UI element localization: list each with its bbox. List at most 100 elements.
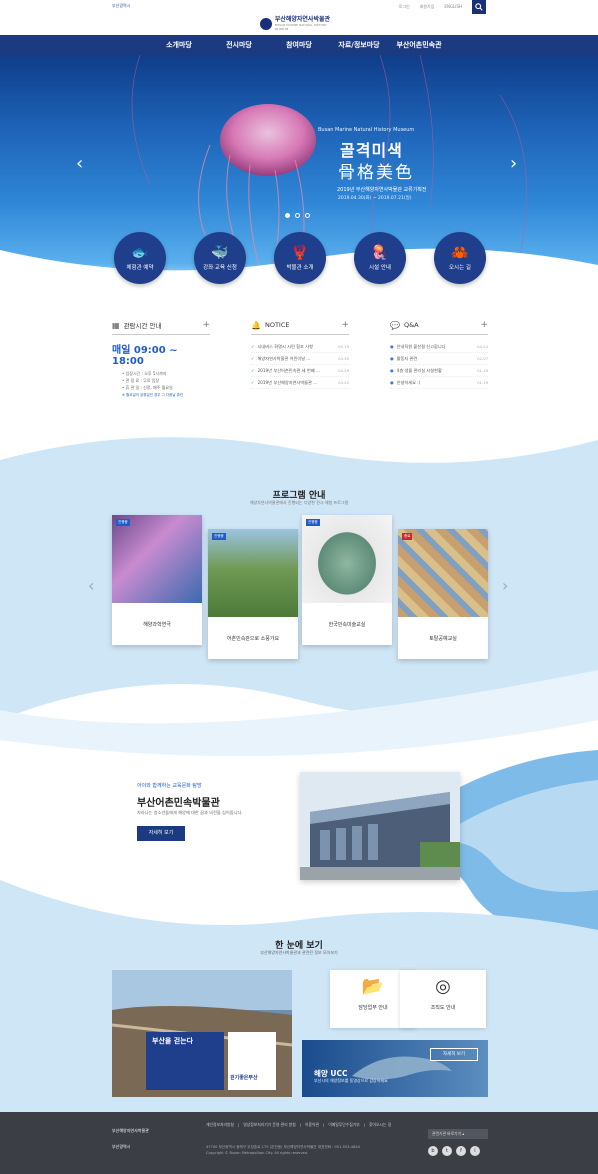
next-arrow-icon[interactable]: › [510, 155, 517, 173]
more-plus-icon[interactable]: + [202, 320, 210, 330]
quick-item-directions[interactable]: 🦀 오시는 길 [432, 232, 488, 292]
site-logo[interactable]: 부산해양자연사박물관 BUSAN MARINE NATURAL HISTORY … [260, 16, 340, 32]
museum-description: 자라나는 청소년들에게 해양에 대한 꿈과 비전을 심어줍니다. [137, 810, 243, 815]
list-item[interactable]: ✓ 시내버스 화명시 시민 협조 사항 05.15 [251, 341, 349, 353]
bell-icon: 🔔 [251, 320, 261, 330]
hero-description: 2019년 부산해양자연사박물관 교류기획전 [337, 187, 427, 193]
notice-box: 🔔 NOTICE + ✓ 시내버스 화명시 시민 협조 사항 05.15 ✓ 해양자연사박… [251, 320, 349, 400]
list-item[interactable]: ● 안녕하세요 :) 01.19 [390, 377, 488, 389]
footer-link[interactable]: 이용약관 [305, 1122, 319, 1128]
footer-city-logo[interactable]: 부산광역시 [112, 1144, 130, 1150]
program-label: 한국민속미술교실 [328, 622, 366, 628]
hours-line: • 휴 관 일 : 신정, 매주 월요일 [122, 385, 173, 390]
program-card[interactable]: 종료 토탈공예교실 [398, 529, 488, 659]
check-icon: ✓ [251, 368, 255, 373]
museum-detail-button[interactable]: 자세히 보기 [137, 826, 185, 841]
museum-title: 부산어촌민속박물관 [137, 798, 220, 809]
city-logo[interactable]: 부산광역시 [112, 3, 130, 9]
lobster-icon: 🦞 [291, 244, 309, 261]
museum-photo [300, 772, 460, 880]
search-icon [475, 3, 483, 11]
banner-badge: 걷기좋은부산 [230, 1075, 258, 1081]
program-carousel: 진행중 해양과학연극 진행중 어촌민속관으로 소풍가요 진행중 한국민속미술교실… [112, 515, 488, 665]
hero-title-hanja: 骨格美色 [338, 163, 414, 183]
museum-tagline: 아이와 함께하는 교육문화 탐방 [137, 783, 202, 789]
hours-box: ▦ 관람시간 안내 + 매일 09:00 ~ 18:00 • 입장시간 : 오후 5… [112, 320, 210, 400]
hours-title: 관람시간 안내 [123, 322, 162, 330]
slide-dot[interactable] [295, 213, 300, 218]
program-image: 진행중 [112, 515, 202, 603]
util-links: 로그인 회원가입 ENGLISH [399, 4, 462, 10]
program-label: 해양과학연극 [143, 622, 171, 628]
utility-bar: 부산광역시 로그인 회원가입 ENGLISH [0, 0, 598, 14]
nav-item-intro[interactable]: 소개마당 [149, 35, 209, 55]
footer-link[interactable]: 개인정보처리방침 [206, 1122, 234, 1128]
program-card[interactable]: 진행중 한국민속미술교실 [302, 515, 392, 645]
footer-link[interactable]: 이메일무단수집거부 [328, 1122, 359, 1128]
quick-item-facility[interactable]: 🪼 시설 안내 [352, 232, 408, 292]
footer-link[interactable]: 영상정보처리기기 운영·관리 방침 [243, 1122, 296, 1128]
language-link[interactable]: ENGLISH [444, 4, 462, 10]
quick-item-reservation[interactable]: 🐟 체험관 예약 [112, 232, 168, 292]
chat-icon: 💬 [390, 320, 400, 330]
opening-time: 매일 09:00 ~ 18:00 [112, 345, 178, 367]
org-chart-card[interactable]: ◎ 조직도 안내 [400, 970, 486, 1028]
footer-link[interactable]: 찾아오시는 길 [369, 1122, 391, 1128]
quick-item-about[interactable]: 🦞 박물관 소개 [272, 232, 328, 292]
walking-busan-banner[interactable]: 부산을 걷는다 걷기좋은부산 [112, 970, 292, 1097]
join-link[interactable]: 회원가입 [420, 4, 435, 10]
facebook-icon[interactable]: f [456, 1146, 466, 1156]
instagram-icon[interactable]: i [470, 1146, 480, 1156]
calendar-icon: ▦ [112, 320, 120, 330]
check-icon: ✓ [251, 344, 255, 349]
main-nav: 소개마당 전시마당 참여마당 자료/정보마당 부산어촌민속관 [0, 35, 598, 55]
nav-item-exhibit[interactable]: 전시마당 [209, 35, 269, 55]
more-plus-icon[interactable]: + [341, 320, 349, 330]
list-item[interactable]: ● 활동지 관련 02.07 [390, 353, 488, 365]
slide-dot[interactable] [285, 213, 290, 218]
program-image: 종료 [398, 529, 488, 617]
program-label: 어촌민속관으로 소풍가요 [226, 636, 280, 642]
notice-title: NOTICE [264, 321, 290, 329]
blog-icon[interactable]: b [428, 1146, 438, 1156]
list-item[interactable]: ✓ 해양자연사박물관 어린이날 ... 04.30 [251, 353, 349, 365]
info-section: ▦ 관람시간 안내 + 매일 09:00 ~ 18:00 • 입장시간 : 오후 5… [112, 320, 488, 400]
program-card[interactable]: 진행중 해양과학연극 [112, 515, 202, 645]
fish-icon: 🐟 [131, 244, 149, 261]
program-subtitle: 해양자연사박물관에서 진행되는 다양한 전시·체험 프로그램 [249, 500, 349, 505]
hours-line: • 관 람 료 : 무료 입장 [122, 378, 160, 383]
prev-arrow-icon[interactable]: ‹ [76, 155, 83, 173]
list-item[interactable]: ● 안내직원 불친절 신고합니다 04.24 [390, 341, 488, 353]
qna-title: Q&A [403, 321, 419, 329]
program-next-arrow-icon[interactable]: › [502, 578, 508, 594]
search-button[interactable] [472, 0, 486, 14]
pin-icon: ● [390, 356, 394, 361]
footer-logo[interactable]: 부산해양자연사박물관 [112, 1128, 149, 1134]
banner-headline: 부산을 걷는다 [152, 1037, 194, 1045]
hours-line: • 입장시간 : 오후 5시까지 [122, 371, 167, 376]
nav-item-participate[interactable]: 참여마당 [269, 35, 329, 55]
list-item[interactable]: ✓ 2019년 부산해양자연사박물관 ... 04.25 [251, 377, 349, 389]
nav-item-folk-museum[interactable]: 부산어촌민속관 [389, 35, 449, 55]
hero-date: 2019.04.30(화) ~ 2019.07.21(일) [338, 196, 412, 201]
check-icon: ✓ [251, 356, 255, 361]
pin-icon: ● [390, 380, 394, 385]
ucc-detail-button[interactable]: 자세히 보기 [430, 1048, 478, 1061]
twitter-icon[interactable]: t [442, 1146, 452, 1156]
quick-item-education[interactable]: 🐳 강좌·교육 신청 [192, 232, 248, 292]
slide-dot[interactable] [305, 213, 310, 218]
program-prev-arrow-icon[interactable]: ‹ [88, 578, 94, 594]
pin-icon: ● [390, 344, 394, 349]
program-label: 토탈공예교실 [429, 636, 457, 642]
ucc-banner[interactable]: 해양 UCC 부산시의 해양정보를 동영상으로 감상하세요 자세히 보기 [302, 1040, 488, 1097]
nav-item-resources[interactable]: 자료/정보마당 [329, 35, 389, 55]
more-plus-icon[interactable]: + [480, 320, 488, 330]
list-item[interactable]: ✓ 2019년 부산어촌민속관 세 번째 ... 04.29 [251, 365, 349, 377]
program-image: 진행중 [208, 529, 298, 617]
program-card[interactable]: 진행중 어촌민속관으로 소풍가요 [208, 529, 298, 659]
related-sites-select[interactable]: 관련기관 바로가기 ▴ [428, 1129, 488, 1139]
glance-subtitle: 부산해양자연사박물관과 관련된 정보 모아보기 [260, 950, 338, 955]
list-item[interactable]: ● 4층 생물 관리실 시설현황 01.29 [390, 365, 488, 377]
logo-subtitle: BUSAN MARINE NATURAL HISTORY MUSEUM [274, 23, 327, 31]
login-link[interactable]: 로그인 [399, 4, 410, 10]
